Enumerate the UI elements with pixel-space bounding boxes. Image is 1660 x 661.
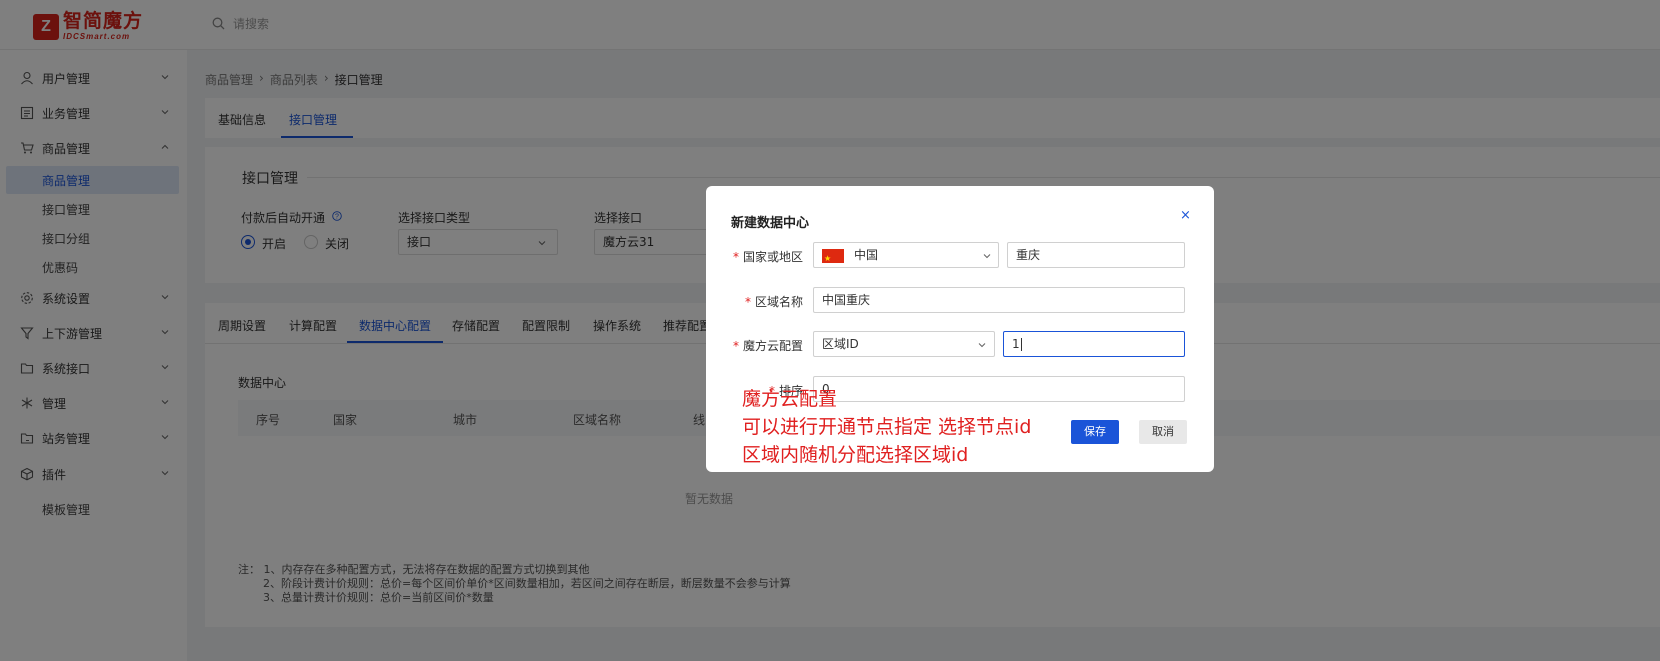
annotation-line: 可以进行开通节点指定 选择节点id (742, 416, 1032, 438)
area-name-input[interactable]: 中国重庆 (813, 287, 1185, 313)
annotation-line: 区域内随机分配选择区域id (742, 444, 969, 466)
city-input[interactable]: 重庆 (1007, 242, 1185, 268)
text-cursor (1020, 338, 1022, 351)
china-flag-icon (822, 247, 844, 271)
save-button[interactable]: 保存 (1071, 420, 1119, 444)
cloud-config-label: * 魔方云配置 (732, 339, 803, 353)
country-value: 中国 (854, 248, 879, 262)
chevron-down-icon (978, 343, 986, 348)
cloud-id-input[interactable]: 1 (1003, 331, 1185, 357)
chevron-down-icon (983, 254, 991, 259)
country-label: * 国家或地区 (732, 250, 803, 264)
cloud-type-value: 区域ID (822, 337, 859, 351)
country-select[interactable]: 中国 (813, 242, 999, 271)
cancel-button[interactable]: 取消 (1139, 420, 1187, 444)
dialog-title: 新建数据中心 (731, 216, 810, 231)
close-icon[interactable]: × (1180, 208, 1191, 223)
annotation-line: 魔方云配置 (742, 388, 838, 410)
cloud-type-select[interactable]: 区域ID (813, 331, 995, 357)
cloud-id-value: 1 (1012, 337, 1020, 351)
red-annotation: 魔方云配置 可以进行开通节点指定 选择节点id 区域内随机分配选择区域id (742, 385, 1031, 469)
area-name-label: * 区域名称 (744, 295, 803, 309)
